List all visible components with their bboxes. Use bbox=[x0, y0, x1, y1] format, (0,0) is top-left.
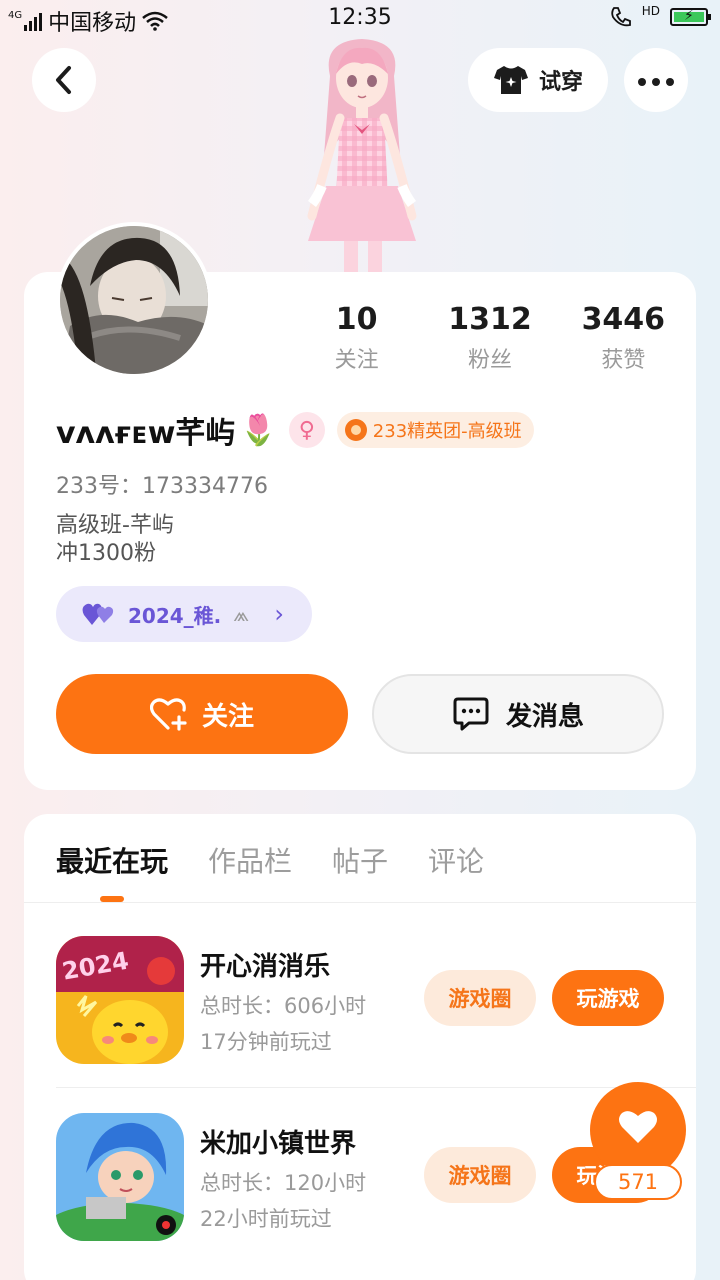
stat-followers[interactable]: 1312 粉丝 bbox=[423, 300, 556, 374]
hd-indicator: HD bbox=[641, 4, 660, 18]
divider bbox=[24, 902, 696, 903]
back-arrow-icon bbox=[56, 66, 71, 94]
chevron-right-icon: › bbox=[274, 600, 284, 628]
back-button[interactable] bbox=[32, 48, 96, 112]
group-badge[interactable]: 233精英团-高级班 bbox=[336, 412, 534, 448]
game-circle-button[interactable]: 游戏圈 bbox=[424, 970, 536, 1026]
female-gender-icon: ♀ bbox=[288, 412, 325, 448]
tab-works[interactable]: 作品栏 bbox=[208, 840, 292, 880]
pair-label: 2024_稚. bbox=[128, 603, 222, 628]
stat-label: 获赞 bbox=[601, 348, 646, 373]
name-row: ᴠᴧᴧғᴇᴡ芊屿 🌷 ♀ 233精英团-高级班 bbox=[56, 408, 534, 452]
group-badge-label: 233精英团-高级班 bbox=[372, 421, 522, 442]
profile-tabs: 最近在玩 作品栏 帖子 评论 bbox=[56, 840, 484, 880]
stat-value: 1312 bbox=[448, 302, 532, 337]
message-button[interactable]: 发消息 bbox=[372, 674, 664, 754]
profile-stats: 10 关注 1312 粉丝 3446 获赞 bbox=[290, 300, 690, 374]
tab-comments[interactable]: 评论 bbox=[428, 840, 484, 880]
heart-icon bbox=[619, 1111, 657, 1143]
like-count-badge: 571 bbox=[594, 1164, 682, 1200]
more-options-button[interactable] bbox=[624, 48, 688, 112]
user-bio: 高级班-芊屿 冲1300粉 bbox=[56, 512, 174, 568]
follow-button[interactable]: 关注 bbox=[56, 674, 348, 754]
stat-value: 3446 bbox=[581, 302, 666, 337]
double-heart-icon bbox=[82, 603, 114, 625]
stat-label: 关注 bbox=[334, 348, 379, 373]
avatar-character bbox=[307, 39, 417, 276]
status-bar: 4G 中国移动 12:35 HD ⚡ bbox=[0, 0, 720, 38]
game-title: 开心消消乐 bbox=[200, 952, 331, 982]
bio-line: 冲1300粉 bbox=[56, 541, 156, 566]
game-last-played: 17分钟前玩过 bbox=[200, 1030, 332, 1054]
user-avatar[interactable] bbox=[56, 222, 212, 378]
heart-plus-icon bbox=[149, 698, 187, 731]
stat-following[interactable]: 10 关注 bbox=[290, 300, 423, 374]
game-circle-button[interactable]: 游戏圈 bbox=[424, 1147, 536, 1203]
game-icon bbox=[56, 1113, 184, 1241]
game-playtime: 总时长：120小时 bbox=[200, 1171, 367, 1195]
user-id: 233号：173334776 bbox=[56, 474, 268, 499]
medal-icon bbox=[344, 419, 367, 441]
bio-line: 高级班-芊屿 bbox=[56, 513, 174, 538]
follow-label: 关注 bbox=[201, 701, 254, 732]
message-label: 发消息 bbox=[505, 701, 584, 732]
game-last-played: 22小时前玩过 bbox=[200, 1207, 332, 1231]
tulip-emoji: 🌷 bbox=[239, 412, 277, 448]
play-game-button[interactable]: 玩游戏 bbox=[552, 970, 664, 1026]
divider bbox=[56, 1087, 696, 1088]
stat-label: 粉丝 bbox=[467, 348, 512, 373]
try-on-button[interactable]: 试穿 bbox=[468, 48, 608, 112]
tab-posts[interactable]: 帖子 bbox=[332, 840, 388, 880]
stat-value: 10 bbox=[335, 302, 378, 337]
tab-recently-played[interactable]: 最近在玩 bbox=[56, 840, 168, 880]
chat-bubble-icon bbox=[453, 697, 489, 731]
battery-icon: ⚡ bbox=[670, 8, 711, 26]
username-text: ᴠᴧᴧғᴇᴡ芊屿 bbox=[56, 416, 236, 451]
game-list-item[interactable]: 2024 开心消消乐 总时长：606小时 17分钟前玩过 游戏圈 玩游戏 bbox=[56, 912, 696, 1088]
game-title: 米加小镇世界 bbox=[200, 1129, 357, 1159]
username: ᴠᴧᴧғᴇᴡ芊屿 🌷 bbox=[56, 408, 277, 452]
tshirt-icon bbox=[493, 66, 528, 94]
game-playtime: 总时长：606小时 bbox=[200, 994, 367, 1018]
stat-likes[interactable]: 3446 获赞 bbox=[557, 300, 690, 374]
couple-pair-chip[interactable]: 2024_稚. ⩕ › bbox=[56, 586, 312, 642]
more-dots-icon bbox=[635, 71, 677, 90]
call-icon bbox=[611, 7, 631, 27]
try-on-label: 试穿 bbox=[538, 70, 583, 95]
clip-icon: ⩕ bbox=[233, 602, 250, 626]
game-icon: 2024 bbox=[56, 936, 184, 1064]
